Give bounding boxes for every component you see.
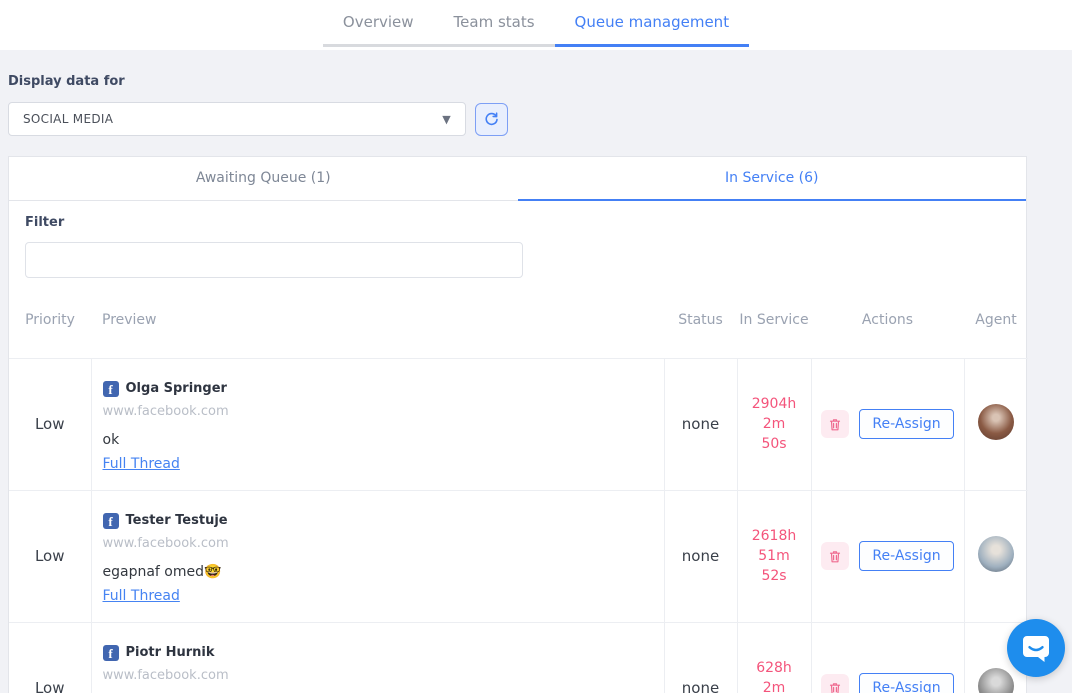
agent-avatar[interactable] xyxy=(978,536,1015,572)
status-value: none xyxy=(663,621,737,693)
table-row: Low f Piotr Hurnik www.facebook.com hej … xyxy=(9,621,1028,693)
filter-label: Filter xyxy=(25,215,65,230)
chevron-down-icon: ▼ xyxy=(442,112,451,126)
preview-cell: f Tester Testuje www.facebook.com egapna… xyxy=(90,489,664,622)
source-url: www.facebook.com xyxy=(102,667,229,683)
top-navigation: Overview Team stats Queue management xyxy=(0,0,1072,50)
queue-tabs: Awaiting Queue (1) In Service (6) xyxy=(9,157,1026,201)
agent-cell xyxy=(963,357,1028,490)
refresh-icon xyxy=(483,111,500,128)
source-url: www.facebook.com xyxy=(102,403,229,419)
queue-table: Priority Preview Status In Service Actio… xyxy=(9,284,1028,693)
facebook-icon: f xyxy=(102,380,119,397)
col-agent: Agent xyxy=(975,312,1017,329)
queue-panel: Awaiting Queue (1) In Service (6) Filter… xyxy=(8,156,1028,693)
priority-value: Low xyxy=(9,489,91,622)
contact-name: Tester Testuje xyxy=(125,513,228,528)
filter-input[interactable] xyxy=(25,242,523,278)
status-value: none xyxy=(663,357,737,490)
display-data-for-select[interactable]: SOCIAL MEDIA ▼ xyxy=(8,102,466,136)
table-row: Low f Olga Springer www.facebook.com ok … xyxy=(9,357,1028,490)
select-value: SOCIAL MEDIA xyxy=(23,112,114,126)
reassign-button[interactable]: Re-Assign xyxy=(859,541,954,571)
in-service-time: 628h 2m 20s xyxy=(736,621,811,693)
tab-team-stats[interactable]: Team stats xyxy=(433,0,555,47)
message-preview: ok xyxy=(102,431,120,448)
agent-cell xyxy=(963,489,1028,622)
tab-in-service[interactable]: In Service (6) xyxy=(517,157,1026,201)
table-header-row: Priority Preview Status In Service Actio… xyxy=(9,284,1028,358)
trash-icon xyxy=(828,549,842,564)
reassign-button[interactable]: Re-Assign xyxy=(859,673,954,693)
col-status: Status xyxy=(678,312,723,329)
tab-overview[interactable]: Overview xyxy=(322,0,434,47)
filter-block: Filter xyxy=(9,201,1026,278)
preview-cell: f Olga Springer www.facebook.com ok Full… xyxy=(90,357,664,490)
preview-cell: f Piotr Hurnik www.facebook.com hej dzik… xyxy=(90,621,664,693)
display-data-for-label: Display data for xyxy=(8,74,125,89)
chat-launcher-button[interactable] xyxy=(1007,619,1065,677)
display-data-controls: Display data for SOCIAL MEDIA ▼ xyxy=(0,50,1072,136)
source-url: www.facebook.com xyxy=(102,535,229,551)
delete-button[interactable] xyxy=(821,410,850,438)
full-thread-link[interactable]: Full Thread xyxy=(103,588,180,604)
col-priority: Priority xyxy=(25,312,75,329)
col-in-service: In Service xyxy=(739,312,809,329)
delete-button[interactable] xyxy=(821,542,850,570)
table-row: Low f Tester Testuje www.facebook.com eg… xyxy=(9,489,1028,622)
contact-name: Olga Springer xyxy=(125,381,227,396)
actions-cell: Re-Assign xyxy=(810,357,964,490)
tab-awaiting-queue[interactable]: Awaiting Queue (1) xyxy=(9,157,518,201)
full-thread-link[interactable]: Full Thread xyxy=(103,456,180,472)
col-actions: Actions xyxy=(861,312,914,329)
contact-name: Piotr Hurnik xyxy=(125,645,215,660)
in-service-time: 2904h 2m 50s xyxy=(736,357,811,490)
trash-icon xyxy=(828,681,842,693)
status-value: none xyxy=(663,489,737,622)
priority-value: Low xyxy=(9,357,91,490)
in-service-time: 2618h 51m 52s xyxy=(736,489,811,622)
refresh-button[interactable] xyxy=(475,102,508,136)
col-preview: Preview xyxy=(102,312,157,329)
tab-queue-management[interactable]: Queue management xyxy=(554,0,750,47)
chat-bubble-icon xyxy=(1019,631,1053,665)
agent-avatar[interactable] xyxy=(978,404,1015,440)
message-preview: egapnaf omed🤓 xyxy=(102,563,222,580)
delete-button[interactable] xyxy=(821,674,850,693)
actions-cell: Re-Assign xyxy=(810,489,964,622)
priority-value: Low xyxy=(9,621,91,693)
facebook-icon: f xyxy=(102,512,119,529)
facebook-icon: f xyxy=(102,644,119,661)
trash-icon xyxy=(828,417,842,432)
actions-cell: Re-Assign xyxy=(810,621,964,693)
reassign-button[interactable]: Re-Assign xyxy=(859,409,954,439)
agent-avatar[interactable] xyxy=(978,668,1015,693)
